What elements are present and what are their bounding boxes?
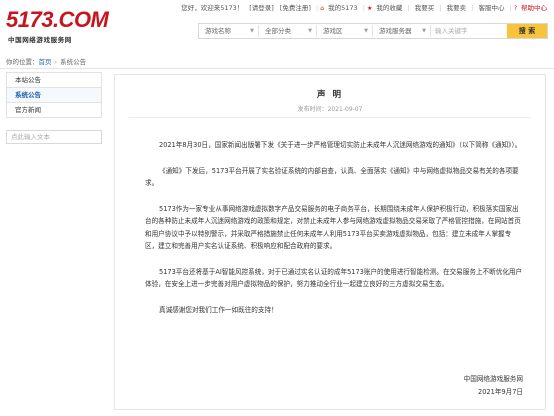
article-paragraph: 5173作为一家专业从事网络游戏虚拟数字产品交易服务的电子商务平台，长期围绕未成…	[145, 204, 521, 251]
chevron-right-icon: ›	[54, 58, 58, 66]
breadcrumb-prefix: 你的位置：	[6, 58, 39, 66]
header: 5173.COM 中国网络游戏服务网 您好，欢迎来5173！ [请登录] [免费注册…	[0, 0, 554, 56]
game-name-value: 游戏名称	[205, 27, 231, 35]
server-select[interactable]: 游戏服务器 ▼	[373, 25, 431, 37]
server-value: 游戏服务器	[379, 27, 412, 35]
logo-brand: 5173.COM	[6, 7, 109, 32]
category-select[interactable]: 全部分类 ▼	[259, 25, 317, 37]
buy-link[interactable]: 我要买	[412, 2, 438, 12]
site-logo[interactable]: 5173.COM 中国网络游戏服务网	[6, 8, 110, 48]
article-sign-date: 2021年9月7日	[478, 387, 523, 396]
breadcrumb-home[interactable]: 首页	[39, 58, 52, 66]
login-link[interactable]: [请登录]	[246, 2, 277, 12]
divider	[129, 117, 531, 118]
article-paragraph: 2021年8月30日，国家新闻出版署下发《关于进一步严格管理切实防止未成年人沉迷…	[159, 141, 522, 149]
search-bar: 游戏名称 ▼ 全部分类 ▼ 游戏区 ▼ 游戏服务器 ▼ 输入关键字 搜 索	[198, 23, 548, 39]
article-paragraph: 5173平台还将基于AI智能风控系统，对于已通过实名认证的成年5173账户的使用…	[145, 267, 523, 289]
article-panel: 声 明 发布时间：2021-09-07 2021年8月30日，国家新闻出版署下发…	[114, 74, 546, 410]
chevron-down-icon: ▼	[308, 28, 312, 34]
chevron-down-icon: ▼	[250, 28, 254, 34]
search-button[interactable]: 搜 索	[507, 24, 547, 38]
sidebar-item-official-news[interactable]: 官方新闻	[6, 102, 102, 118]
chevron-down-icon: ▼	[364, 28, 368, 34]
zone-value: 游戏区	[323, 27, 343, 35]
my5173-link[interactable]: 我的5173	[325, 2, 361, 12]
article-paragraph: 真诚感谢您对我们工作一如既往的支持！	[159, 305, 278, 314]
register-link[interactable]: [免费注册]	[277, 2, 314, 12]
favorites-link[interactable]: 我的收藏	[373, 2, 405, 12]
logo-tagline: 中国网络游戏服务网	[8, 36, 72, 44]
category-value: 全部分类	[265, 27, 291, 35]
service-link[interactable]: 客服中心	[475, 2, 507, 12]
breadcrumb: 你的位置：首页 › 系统公告	[6, 56, 86, 68]
top-links: 您好，欢迎来5173！ [请登录] [免费注册] | ⌂ 我的5173 | ★ 我的收藏…	[178, 2, 550, 12]
divider	[0, 68, 554, 69]
game-name-select[interactable]: 游戏名称 ▼	[199, 25, 259, 37]
breadcrumb-current: 系统公告	[60, 58, 87, 66]
divider: |	[315, 4, 319, 12]
chevron-down-icon: ▼	[422, 28, 426, 34]
divider: |	[509, 4, 512, 12]
article-paragraph: 《通知》下发后，5173平台开展了实名验证系统的内部自查，认真、全面落实《通知》…	[145, 166, 519, 188]
article-signature: 中国网络游戏服务网	[463, 375, 523, 383]
help-link[interactable]: 帮助中心	[518, 2, 550, 12]
sidebar-search-input[interactable]: 点此输入文本	[6, 130, 102, 144]
article-body: 2021年8月30日，国家新闻出版署下发《关于进一步严格管理切实防止未成年人沉迷…	[145, 139, 523, 329]
divider: |	[471, 4, 474, 12]
sidebar-item-site-notice[interactable]: 本站公告	[6, 72, 102, 87]
sidebar: 本站公告 系统公告 官方新闻 点此输入文本	[6, 72, 102, 144]
divider: |	[439, 4, 442, 12]
sidebar-item-system-notice[interactable]: 系统公告	[6, 87, 102, 102]
article-title: 声 明	[317, 90, 343, 100]
divider: |	[407, 4, 410, 12]
zone-select[interactable]: 游戏区 ▼	[317, 25, 373, 37]
greeting-text: 您好，欢迎来5173！	[181, 4, 244, 12]
divider: |	[362, 4, 365, 12]
keyword-input[interactable]: 输入关键字	[431, 25, 505, 37]
article-signature-block: 中国网络游戏服务网 2021年9月7日	[464, 373, 523, 398]
sell-link[interactable]: 我要卖	[444, 2, 470, 12]
article-date: 发布时间：2021-09-07	[297, 106, 363, 113]
